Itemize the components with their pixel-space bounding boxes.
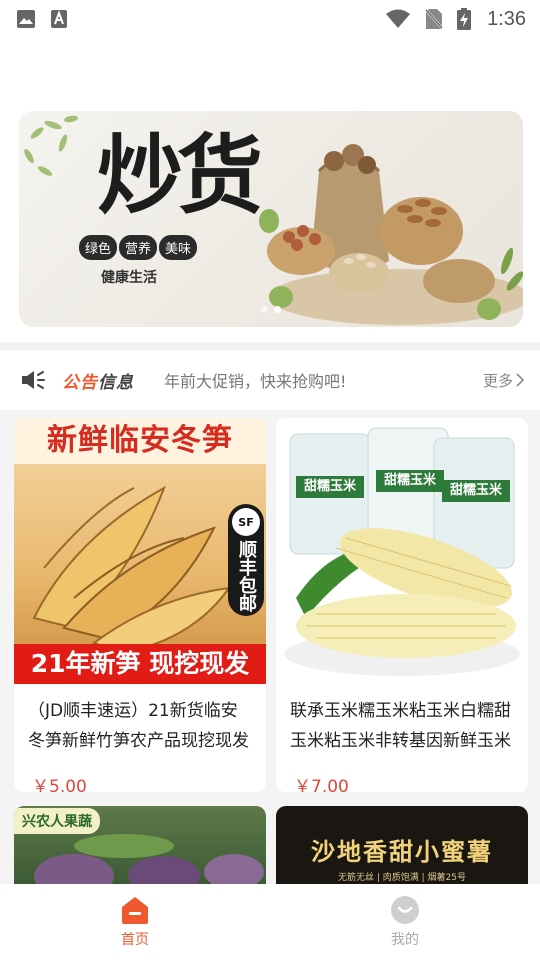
product-image-top-text: 沙地香甜小蜜薯 [311, 837, 493, 866]
gallery-notification-icon [16, 9, 36, 29]
product-image: 沙地香甜小蜜薯 无筋无丝 | 肉质饱满 | 烟薯25号 [276, 806, 528, 884]
banner-tag: 营养 [119, 235, 158, 260]
wifi-icon [385, 9, 411, 29]
notice-bar[interactable]: 公告信息 年前大促销，快来抢购吧! 更多 [0, 350, 540, 410]
product-card[interactable]: 沙地香甜小蜜薯 无筋无丝 | 肉质饱满 | 烟薯25号 [276, 806, 528, 884]
tab-mine[interactable]: 我的 [270, 884, 540, 960]
tab-mine-label: 我的 [391, 932, 419, 948]
product-card[interactable]: 新鲜临安冬笋 SF 顺丰包邮 21年新笋 现挖现发 （JD顺丰速运）21新货临安… [14, 418, 266, 792]
pack-label: 甜糯玉米 [383, 473, 436, 488]
notice-title: 公告信息 [62, 368, 134, 393]
chevron-right-icon [516, 373, 524, 387]
banner-tag: 绿色 [79, 235, 118, 260]
product-image: 甜糯玉米 甜糯玉米 甜糯玉米 [276, 418, 528, 684]
sf-badge-text: 顺丰包邮 [236, 540, 257, 612]
product-image: 新鲜临安冬笋 SF 顺丰包邮 21年新笋 现挖现发 [14, 418, 266, 684]
product-card[interactable]: 兴农人果蔬 [14, 806, 266, 884]
product-name: （JD顺丰速运）21新货临安冬笋新鲜竹笋农产品现挖现发 [28, 701, 249, 751]
product-image-sub-text: 无筋无丝 | 肉质饱满 | 烟薯25号 [338, 873, 466, 883]
sf-logo-icon: SF [232, 508, 260, 536]
carousel-dot-active[interactable] [274, 306, 281, 313]
status-bar: 1:36 [0, 0, 540, 38]
clock: 1:36 [487, 7, 526, 30]
user-icon [390, 895, 420, 925]
section-divider [0, 342, 540, 350]
product-image-bottom-text: 21年新笋 现挖现发 [14, 644, 266, 684]
home-icon [119, 895, 151, 925]
carousel-dot[interactable] [261, 306, 268, 313]
corn-illustration [284, 427, 520, 676]
product-image: 兴农人果蔬 [14, 806, 266, 884]
product-name: 联承玉米糯玉米粘玉米白糯甜玉米粘玉米非转基因新鲜玉米 [290, 701, 511, 751]
vegetable-illustration [34, 834, 264, 884]
speaker-icon [20, 369, 46, 391]
promo-banner[interactable]: 炒货 绿色 营养 美味 健康生活 [19, 111, 523, 327]
banner-tag: 美味 [159, 235, 198, 260]
tab-home-label: 首页 [121, 932, 149, 948]
tab-home[interactable]: 首页 [0, 884, 270, 960]
notice-message: 年前大促销，快来抢购吧! [164, 372, 347, 391]
product-price: ￥5.00 [32, 777, 87, 792]
banner-headline: 炒货 [97, 125, 263, 226]
banner-tags: 绿色 营养 美味 [79, 235, 198, 260]
carousel-dots[interactable] [19, 306, 523, 313]
battery-charging-icon [457, 8, 472, 30]
font-notification-icon [50, 9, 68, 29]
banner-artwork [24, 115, 523, 325]
no-sim-icon [425, 8, 444, 30]
notice-title-rest: 信息 [98, 372, 134, 393]
pack-label: 甜糯玉米 [449, 483, 502, 498]
more-label: 更多 [482, 371, 513, 390]
banner-subtitle: 健康生活 [101, 270, 157, 286]
pack-label: 甜糯玉米 [303, 479, 356, 494]
sf-badge: SF 顺丰包邮 [228, 504, 264, 616]
notice-more-link[interactable]: 更多 [483, 370, 524, 391]
notice-title-highlight: 公告 [62, 372, 98, 393]
bottom-tab-bar: 首页 我的 [0, 884, 540, 960]
product-price: ￥7.00 [294, 777, 349, 792]
product-card[interactable]: 甜糯玉米 甜糯玉米 甜糯玉米 联承玉米糯玉米粘玉米白糯甜玉米粘玉米非转基因新鲜玉… [276, 418, 528, 792]
